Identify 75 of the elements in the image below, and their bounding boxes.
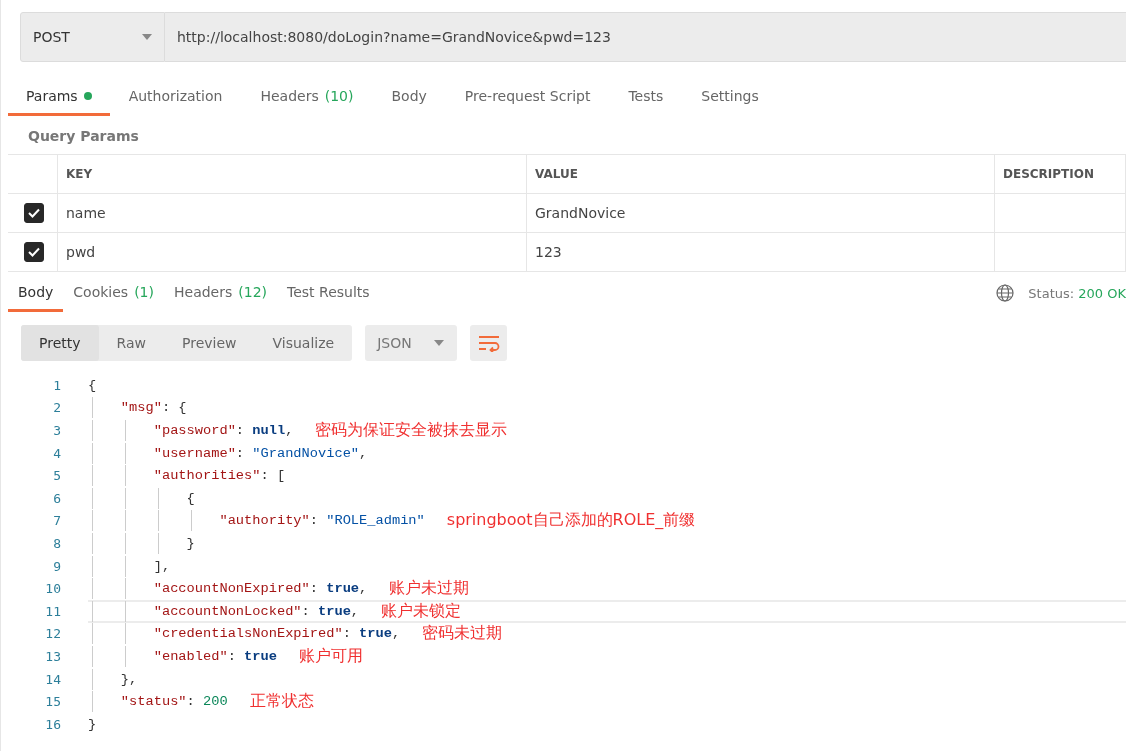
line-number: 6 xyxy=(52,490,61,506)
annotation: 正常状态 xyxy=(249,691,314,713)
code-line: "password": null, xyxy=(88,423,294,438)
checkmark-icon xyxy=(28,247,40,257)
code-line: } xyxy=(88,535,195,551)
code-line: "accountNonExpired": true, xyxy=(88,581,368,597)
table-cell: pwd xyxy=(58,233,527,272)
line-number: 7 xyxy=(52,513,61,529)
code-line: "accountNonLocked": true, xyxy=(88,603,360,619)
annotation: 账户可用 xyxy=(298,645,363,667)
table-cell: 123 xyxy=(527,233,995,272)
line-number: 9 xyxy=(52,558,61,574)
code-line: "status": 200 xyxy=(88,694,228,710)
code-line: "username": "GrandNovice", xyxy=(88,445,368,461)
response-tab[interactable]: Headers (12) xyxy=(164,284,278,312)
section-title: Query Params xyxy=(27,127,140,146)
annotation: 账户未过期 xyxy=(389,578,470,600)
request-tab[interactable]: Tests xyxy=(609,88,683,116)
response-tab[interactable]: Test Results xyxy=(277,284,380,312)
code-line: "enabled": true xyxy=(88,648,277,664)
column-header: DESCRIPTION xyxy=(995,155,1126,194)
line-number: 2 xyxy=(52,400,61,416)
request-tab[interactable]: Headers (10) xyxy=(241,88,373,116)
request-tab[interactable]: Settings xyxy=(682,88,778,116)
column-header: VALUE xyxy=(527,155,995,194)
caret-icon xyxy=(142,34,152,40)
line-number: 13 xyxy=(44,648,61,664)
checkbox[interactable] xyxy=(24,242,44,262)
view-mode-button[interactable]: Pretty xyxy=(21,325,99,361)
annotation: springboot自己添加的ROLE_前缀 xyxy=(446,510,696,532)
checkbox[interactable] xyxy=(24,203,44,223)
code-line: }, xyxy=(88,671,138,687)
line-number: 14 xyxy=(44,671,61,687)
code-line: "credentialsNonExpired": true, xyxy=(88,626,401,642)
view-mode-button[interactable]: Raw xyxy=(98,325,164,361)
request-tab[interactable]: Authorization xyxy=(109,88,242,116)
code-line: "authorities": [ xyxy=(88,468,286,484)
request-tab[interactable]: Params xyxy=(8,88,110,116)
response-tab[interactable]: Body xyxy=(8,284,64,312)
code-line: "msg": { xyxy=(88,400,187,416)
annotation: 账户未锁定 xyxy=(381,600,462,622)
line-number: 11 xyxy=(44,603,61,619)
request-tab[interactable]: Pre-request Script xyxy=(445,88,610,116)
line-number: 5 xyxy=(52,468,61,484)
globe-icon[interactable] xyxy=(996,284,1015,302)
line-number: 3 xyxy=(52,423,61,438)
line-number: 16 xyxy=(44,716,61,732)
line-number: 8 xyxy=(52,535,61,551)
checkmark-icon xyxy=(28,208,40,218)
code-line: { xyxy=(88,490,195,506)
code-line: "authority": "ROLE_admin" xyxy=(88,513,425,529)
table-cell: GrandNovice xyxy=(527,194,995,233)
status-text: Status: 200 OK xyxy=(1028,285,1126,301)
column-header: KEY xyxy=(58,155,527,194)
view-mode-button[interactable]: Visualize xyxy=(254,325,353,361)
line-number: 4 xyxy=(52,445,61,461)
line-number: 10 xyxy=(44,581,61,597)
wrap-lines-button[interactable] xyxy=(470,325,508,361)
view-mode-button[interactable]: Preview xyxy=(164,325,255,361)
annotation: 密码未过期 xyxy=(422,623,503,645)
code-line: ], xyxy=(88,558,171,574)
wrap-lines-icon xyxy=(477,334,500,352)
line-number: 12 xyxy=(44,626,61,642)
line-number: 15 xyxy=(44,694,61,710)
response-tab[interactable]: Cookies (1) xyxy=(63,284,164,312)
code-line: } xyxy=(88,716,97,732)
url-field[interactable]: http://localhost:8080/doLogin?name=GrandNovice&pwd=123 xyxy=(165,12,1126,62)
annotation: 密码为保证安全被抹去显示 xyxy=(315,420,508,441)
request-tab[interactable]: Body xyxy=(372,88,446,116)
method-dropdown[interactable]: POST xyxy=(20,12,165,62)
line-number: 1 xyxy=(52,377,61,393)
format-dropdown[interactable]: JSON xyxy=(365,325,458,361)
code-line: { xyxy=(88,377,97,393)
caret-icon xyxy=(433,340,444,346)
table-cell: name xyxy=(58,194,527,233)
